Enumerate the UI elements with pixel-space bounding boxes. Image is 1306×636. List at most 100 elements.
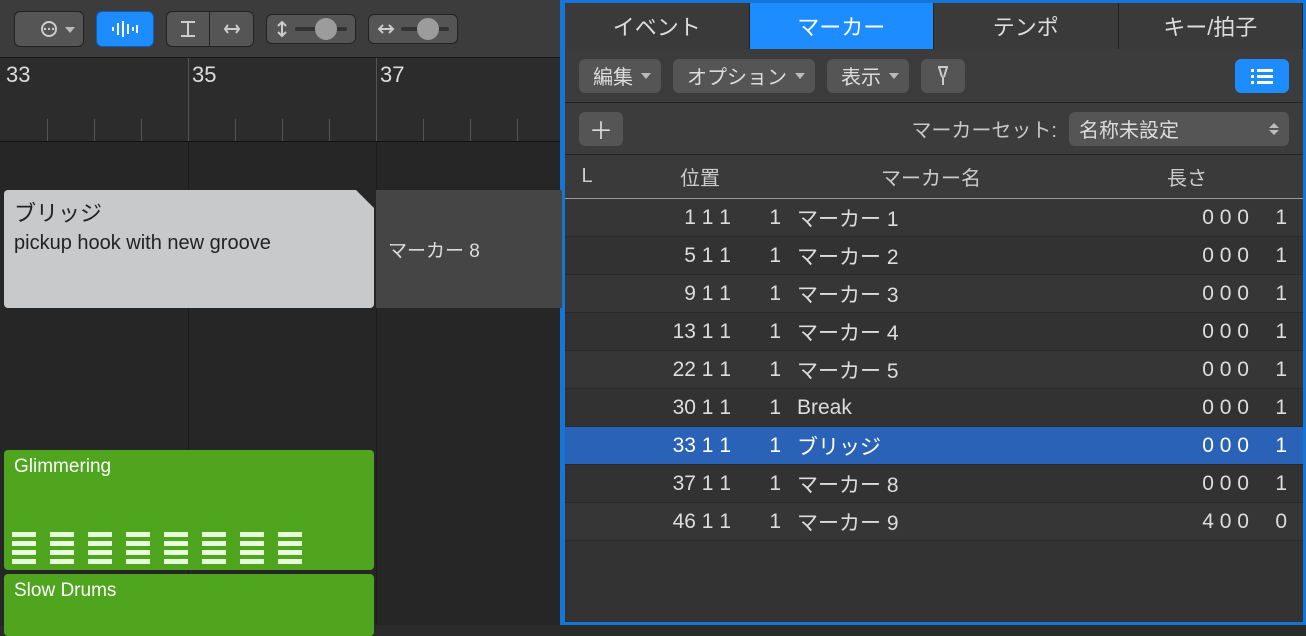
list-tabs: イベント マーカー テンポ キー/拍子 (565, 3, 1303, 49)
marker-table-body: 1 1 11マーカー 10 0 015 1 11マーカー 20 0 019 1 … (565, 199, 1303, 622)
cell-name[interactable]: Break (791, 396, 1071, 420)
cell-length-sub[interactable]: 1 (1257, 396, 1303, 420)
cell-length-sub[interactable]: 1 (1257, 434, 1303, 458)
tuning-fork-icon (932, 65, 954, 87)
cell-name[interactable]: ブリッジ (791, 431, 1071, 461)
marker-region-8-label: マーカー 8 (388, 236, 480, 263)
marker-region-8[interactable]: マーカー 8 (376, 190, 562, 308)
filter-button[interactable] (921, 59, 965, 93)
marker-region-selected[interactable]: ブリッジ pickup hook with new groove (4, 190, 374, 308)
vertical-fit-button[interactable] (166, 11, 210, 47)
horizontal-zoom-slider[interactable] (368, 14, 458, 44)
cell-position[interactable]: 30 1 1 (609, 396, 739, 420)
add-marker-button[interactable]: ＋ (579, 112, 623, 146)
cell-subposition[interactable]: 1 (739, 206, 791, 230)
time-ruler[interactable]: 33 35 37 (0, 58, 560, 142)
cell-length[interactable]: 4 0 0 (1117, 510, 1257, 534)
tab-event[interactable]: イベント (565, 3, 750, 49)
cell-length-sub[interactable]: 1 (1257, 472, 1303, 496)
marker-region-subtitle: pickup hook with new groove (14, 232, 364, 255)
marker-row[interactable]: 13 1 11マーカー 40 0 01 (565, 313, 1303, 351)
column-name[interactable]: マーカー名 (791, 162, 1071, 191)
cell-subposition[interactable]: 1 (739, 472, 791, 496)
list-toolbar: 編集 オプション 表示 (565, 49, 1303, 103)
cell-length[interactable]: 0 0 0 (1117, 396, 1257, 420)
track-area[interactable]: ブリッジ pickup hook with new groove マーカー 8 … (0, 142, 560, 625)
cell-length-sub[interactable]: 1 (1257, 282, 1303, 306)
marker-row[interactable]: 30 1 11Break0 0 01 (565, 389, 1303, 427)
marker-set-dropdown[interactable]: 名称未設定 (1069, 112, 1289, 146)
cell-name[interactable]: マーカー 1 (791, 203, 1071, 233)
bar-label: 37 (380, 62, 404, 88)
cell-subposition[interactable]: 1 (739, 282, 791, 306)
cell-subposition[interactable]: 1 (739, 396, 791, 420)
column-l[interactable]: L (565, 165, 609, 188)
vertical-zoom-slider[interactable] (266, 14, 356, 44)
list-view-button[interactable] (1235, 59, 1289, 93)
cell-length[interactable]: 0 0 0 (1117, 320, 1257, 344)
tab-marker[interactable]: マーカー (750, 3, 935, 49)
view-menu-button[interactable] (14, 11, 84, 47)
options-menu[interactable]: オプション (673, 59, 815, 93)
marker-row[interactable]: 22 1 11マーカー 50 0 01 (565, 351, 1303, 389)
cell-subposition[interactable]: 1 (739, 244, 791, 268)
marker-table-header: L 位置 マーカー名 長さ (565, 155, 1303, 199)
arrangement-pane: 33 35 37 ブリッジ pickup hook with new groov… (0, 0, 562, 625)
marker-row[interactable]: 1 1 11マーカー 10 0 01 (565, 199, 1303, 237)
cell-length-sub[interactable]: 1 (1257, 244, 1303, 268)
cell-name[interactable]: マーカー 8 (791, 469, 1071, 499)
list-editor-pane: イベント マーカー テンポ キー/拍子 編集 オプション 表示 ＋ マーカーセッ… (562, 0, 1306, 625)
horizontal-zoom-icon (377, 22, 395, 36)
cell-length[interactable]: 0 0 0 (1117, 472, 1257, 496)
cell-position[interactable]: 37 1 1 (609, 472, 739, 496)
cell-subposition[interactable]: 1 (739, 320, 791, 344)
cell-subposition[interactable]: 1 (739, 358, 791, 382)
marker-set-row: ＋ マーカーセット: 名称未設定 (565, 103, 1303, 155)
cell-length[interactable]: 0 0 0 (1117, 244, 1257, 268)
cell-name[interactable]: マーカー 2 (791, 241, 1071, 271)
list-icon (1249, 66, 1275, 86)
vertical-zoom-icon (275, 20, 289, 38)
cell-position[interactable]: 1 1 1 (609, 206, 739, 230)
cell-length[interactable]: 0 0 0 (1117, 206, 1257, 230)
cell-subposition[interactable]: 1 (739, 434, 791, 458)
cell-name[interactable]: マーカー 4 (791, 317, 1071, 347)
horizontal-fit-button[interactable] (210, 11, 254, 47)
left-toolbar (0, 0, 560, 58)
cell-position[interactable]: 46 1 1 (609, 510, 739, 534)
cell-name[interactable]: マーカー 5 (791, 355, 1071, 385)
edit-menu[interactable]: 編集 (579, 59, 661, 93)
marker-row[interactable]: 37 1 11マーカー 80 0 01 (565, 465, 1303, 503)
column-position[interactable]: 位置 (609, 162, 791, 191)
cell-length[interactable]: 0 0 0 (1117, 434, 1257, 458)
midi-region-1[interactable]: Glimmering (4, 450, 374, 570)
cell-length-sub[interactable]: 1 (1257, 320, 1303, 344)
midi-region-2[interactable]: Slow Drums (4, 574, 374, 636)
cell-position[interactable]: 13 1 1 (609, 320, 739, 344)
cell-length-sub[interactable]: 0 (1257, 510, 1303, 534)
column-length[interactable]: 長さ (1071, 162, 1303, 191)
cell-name[interactable]: マーカー 3 (791, 279, 1071, 309)
marker-set-label: マーカーセット: (911, 114, 1057, 143)
cell-length-sub[interactable]: 1 (1257, 206, 1303, 230)
cell-length[interactable]: 0 0 0 (1117, 358, 1257, 382)
marker-row[interactable]: 5 1 11マーカー 20 0 01 (565, 237, 1303, 275)
marker-region-title: ブリッジ (14, 196, 364, 228)
cell-name[interactable]: マーカー 9 (791, 507, 1071, 537)
view-menu[interactable]: 表示 (827, 59, 909, 93)
bar-label: 33 (6, 62, 30, 88)
cell-length[interactable]: 0 0 0 (1117, 282, 1257, 306)
cell-position[interactable]: 5 1 1 (609, 244, 739, 268)
bar-label: 35 (192, 62, 216, 88)
marker-row[interactable]: 33 1 11ブリッジ0 0 01 (565, 427, 1303, 465)
waveform-button[interactable] (96, 11, 154, 47)
cell-position[interactable]: 22 1 1 (609, 358, 739, 382)
marker-row[interactable]: 46 1 11マーカー 9 4 0 00 (565, 503, 1303, 541)
tab-tempo[interactable]: テンポ (934, 3, 1119, 49)
cell-length-sub[interactable]: 1 (1257, 358, 1303, 382)
cell-subposition[interactable]: 1 (739, 510, 791, 534)
cell-position[interactable]: 33 1 1 (609, 434, 739, 458)
tab-key-signature[interactable]: キー/拍子 (1119, 3, 1304, 49)
marker-row[interactable]: 9 1 11マーカー 30 0 01 (565, 275, 1303, 313)
cell-position[interactable]: 9 1 1 (609, 282, 739, 306)
